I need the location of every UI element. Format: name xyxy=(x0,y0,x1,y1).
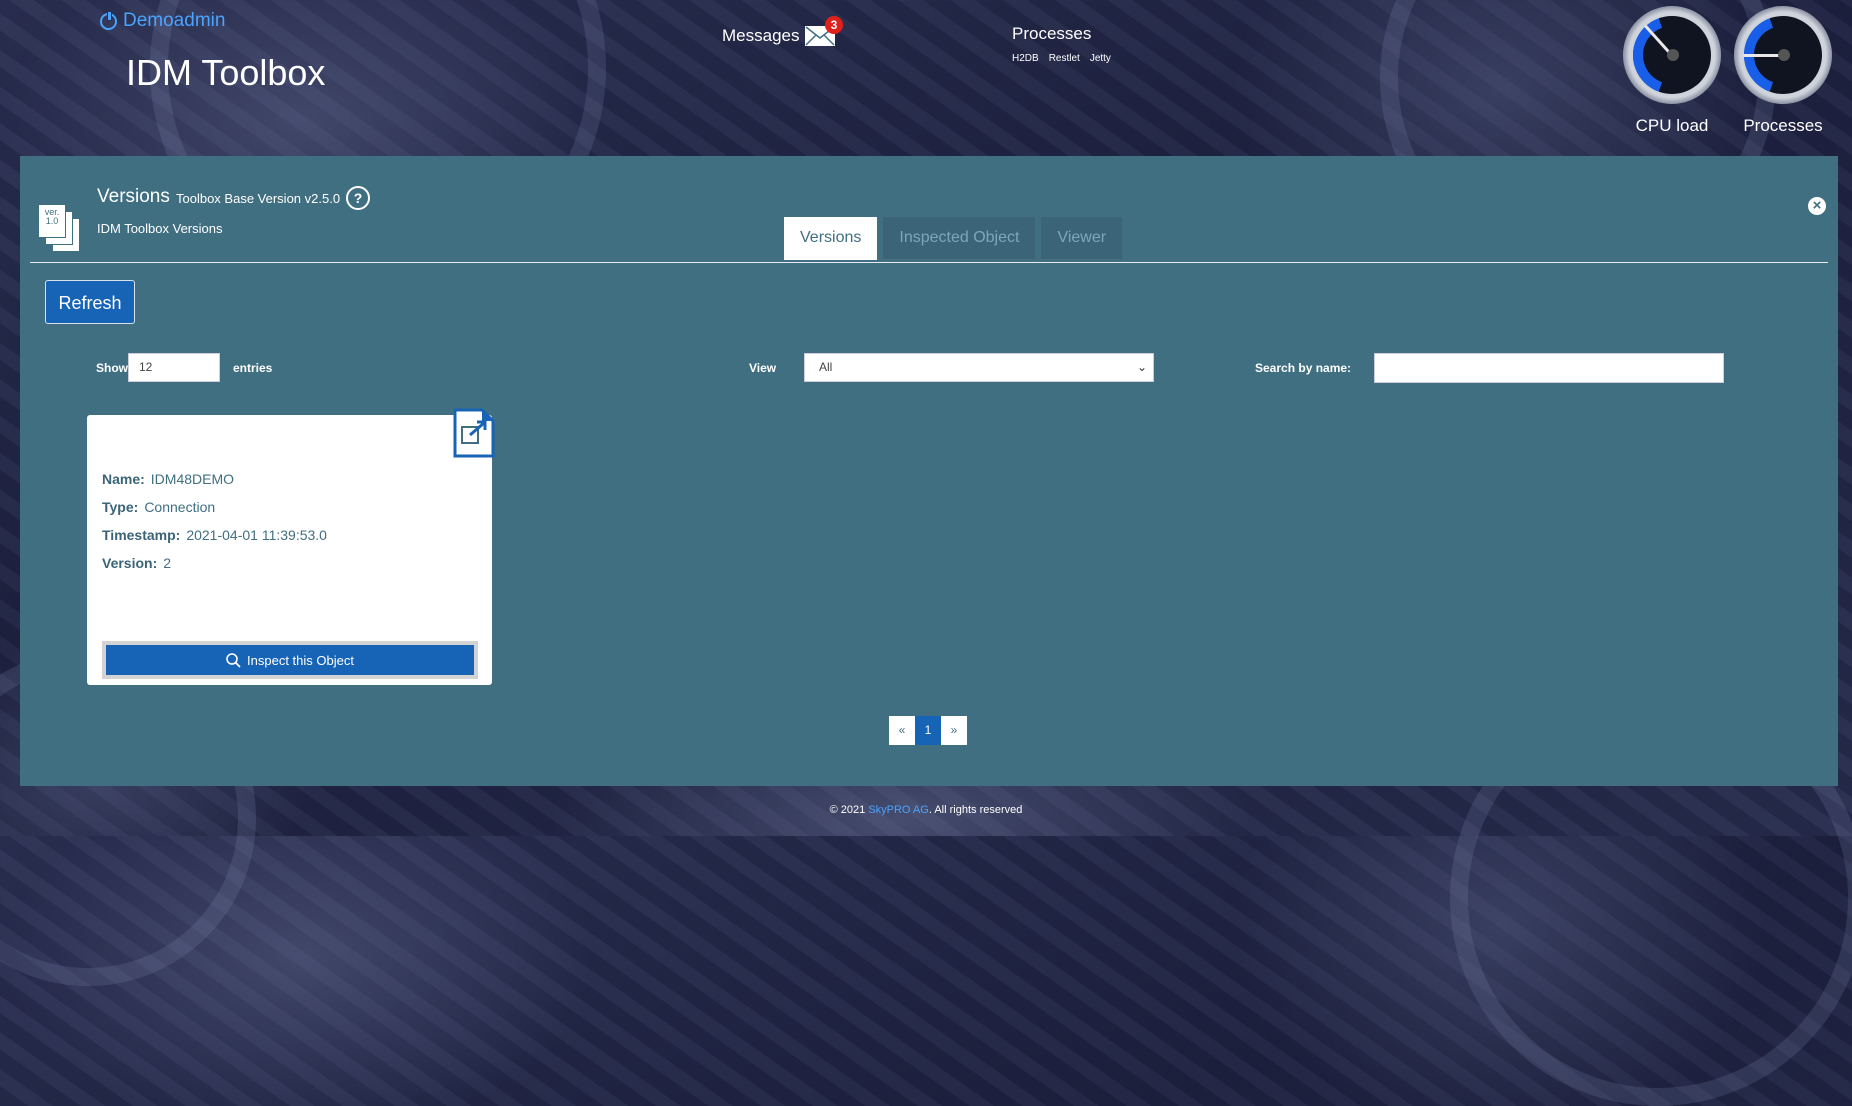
messages-link[interactable]: Messages xyxy=(722,26,836,46)
tab-viewer[interactable]: Viewer xyxy=(1041,217,1123,259)
versions-icon: ver. 1.0 xyxy=(38,204,80,252)
view-label: View xyxy=(749,361,777,375)
app-title: IDM Toolbox xyxy=(126,52,326,93)
footer-company-link[interactable]: SkyPRO AG xyxy=(868,804,929,816)
refresh-button[interactable]: Refresh xyxy=(45,280,135,324)
chevron-down-icon: ⌄ xyxy=(1136,360,1147,374)
help-icon[interactable]: ? xyxy=(346,186,370,210)
show-entries-input[interactable]: 12 xyxy=(128,353,220,382)
footer: © 2021 SkyPRO AG. All rights reserved xyxy=(0,804,1852,816)
user-name: Demoadmin xyxy=(123,10,226,31)
inspect-object-button[interactable]: Inspect this Object xyxy=(106,645,474,675)
processes-gauge-label: Processes xyxy=(1743,116,1823,135)
pagination-next[interactable]: » xyxy=(941,716,967,745)
panel-subtitle: IDM Toolbox Versions xyxy=(97,221,223,236)
search-icon xyxy=(226,652,241,668)
object-card: Name: IDM48DEMO Type: Connection Timestamp… xyxy=(87,408,495,685)
tab-inspected-object[interactable]: Inspected Object xyxy=(883,217,1036,259)
show-label: Show xyxy=(96,361,128,375)
process-links: H2DB Restlet Jetty xyxy=(1012,53,1111,64)
processes-title: Processes xyxy=(1012,24,1092,43)
tab-bar: Versions Inspected Object Viewer xyxy=(784,217,1123,260)
messages-badge: 3 xyxy=(825,16,843,34)
pagination-page-1[interactable]: 1 xyxy=(915,716,941,745)
gauge-hub xyxy=(1667,49,1679,61)
field-name: Name: IDM48DEMO xyxy=(102,471,235,487)
cpu-load-gauge xyxy=(1623,6,1721,104)
user-menu[interactable]: Demoadmin xyxy=(100,10,225,32)
pagination-prev[interactable]: « xyxy=(889,716,915,745)
open-object-icon[interactable] xyxy=(452,407,495,458)
pagination: « 1 » xyxy=(889,716,967,745)
tab-versions[interactable]: Versions xyxy=(784,217,878,260)
processes-gauge xyxy=(1734,6,1832,104)
cpu-load-label: CPU load xyxy=(1635,116,1709,135)
process-link-jetty[interactable]: Jetty xyxy=(1090,53,1111,64)
field-type: Type: Connection xyxy=(102,499,216,515)
base-version: Toolbox Base Version v2.5.0 xyxy=(176,191,341,206)
process-link-restlet[interactable]: Restlet xyxy=(1049,53,1080,64)
process-link-h2db[interactable]: H2DB xyxy=(1012,53,1039,64)
inspect-object-label: Inspect this Object xyxy=(247,652,354,668)
field-version: Version: 2 xyxy=(102,555,172,571)
power-icon xyxy=(100,10,117,30)
panel-title: Versions xyxy=(97,186,170,207)
entries-label: entries xyxy=(233,361,273,375)
messages-label: Messages xyxy=(722,26,800,45)
inspect-button-wrap: Inspect this Object xyxy=(102,641,478,679)
field-timestamp: Timestamp: 2021-04-01 11:39:53.0 xyxy=(102,527,327,543)
gauge-hub xyxy=(1778,49,1790,61)
view-selected-value: All xyxy=(819,360,833,374)
versions-panel: ver. 1.0 Versions Toolbox Base Version v… xyxy=(20,156,1838,786)
divider xyxy=(30,262,1828,263)
gauge-needle xyxy=(1743,54,1783,57)
footer-copyright: © 2021 xyxy=(829,804,866,816)
footer-rights: . All rights reserved xyxy=(928,804,1023,816)
search-label: Search by name: xyxy=(1255,361,1352,375)
close-icon[interactable]: × xyxy=(1808,197,1826,215)
search-input[interactable] xyxy=(1374,353,1724,383)
view-select[interactable]: All ⌄ xyxy=(804,353,1154,382)
